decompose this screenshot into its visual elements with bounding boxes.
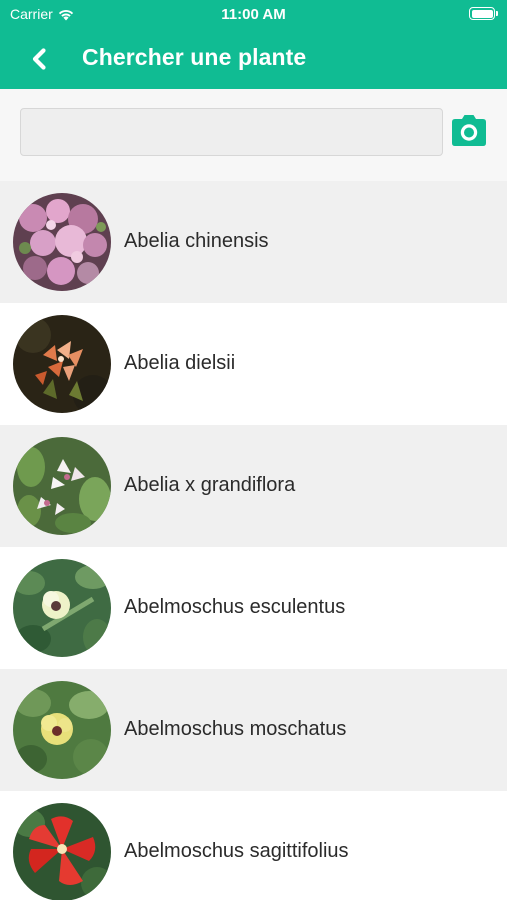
list-item[interactable]: Abelmoschus esculentus — [0, 547, 507, 669]
plant-thumbnail — [13, 193, 111, 291]
list-item[interactable]: Abelia x grandiflora — [0, 425, 507, 547]
list-item[interactable]: Abelmoschus sagittifolius — [0, 791, 507, 900]
app-header: Carrier 11:00 AM Chercher une plante — [0, 0, 507, 89]
back-button[interactable] — [22, 42, 56, 76]
camera-icon — [452, 115, 486, 146]
plant-name: Abelia chinensis — [124, 230, 269, 252]
page-title: Chercher une plante — [82, 44, 307, 70]
chevron-left-icon — [32, 48, 46, 70]
list-item[interactable]: Abelia dielsii — [0, 303, 507, 425]
plant-name: Abelia dielsii — [124, 352, 236, 374]
status-time: 11:00 AM — [221, 6, 286, 23]
plant-name: Abelia x grandiflora — [124, 474, 296, 496]
plant-thumbnail — [13, 681, 111, 779]
plant-name: Abelmoschus esculentus — [124, 596, 346, 618]
search-input[interactable] — [20, 108, 443, 156]
list-item[interactable]: Abelmoschus moschatus — [0, 669, 507, 791]
plant-thumbnail — [13, 437, 111, 535]
plant-name: Abelmoschus moschatus — [124, 718, 347, 740]
nav-bar: Chercher une plante — [0, 28, 507, 89]
plant-name: Abelmoschus sagittifolius — [124, 840, 349, 862]
plant-thumbnail — [13, 559, 111, 657]
status-bar: Carrier 11:00 AM — [0, 0, 507, 28]
search-bar — [0, 89, 507, 181]
plant-thumbnail — [13, 803, 111, 900]
plant-thumbnail — [13, 315, 111, 413]
list-item[interactable]: Abelia chinensis — [0, 181, 507, 303]
battery-icon — [469, 7, 498, 20]
camera-button[interactable] — [450, 114, 488, 148]
plant-list: Abelia chinensis Abelia dielsii Abelia x… — [0, 181, 507, 900]
